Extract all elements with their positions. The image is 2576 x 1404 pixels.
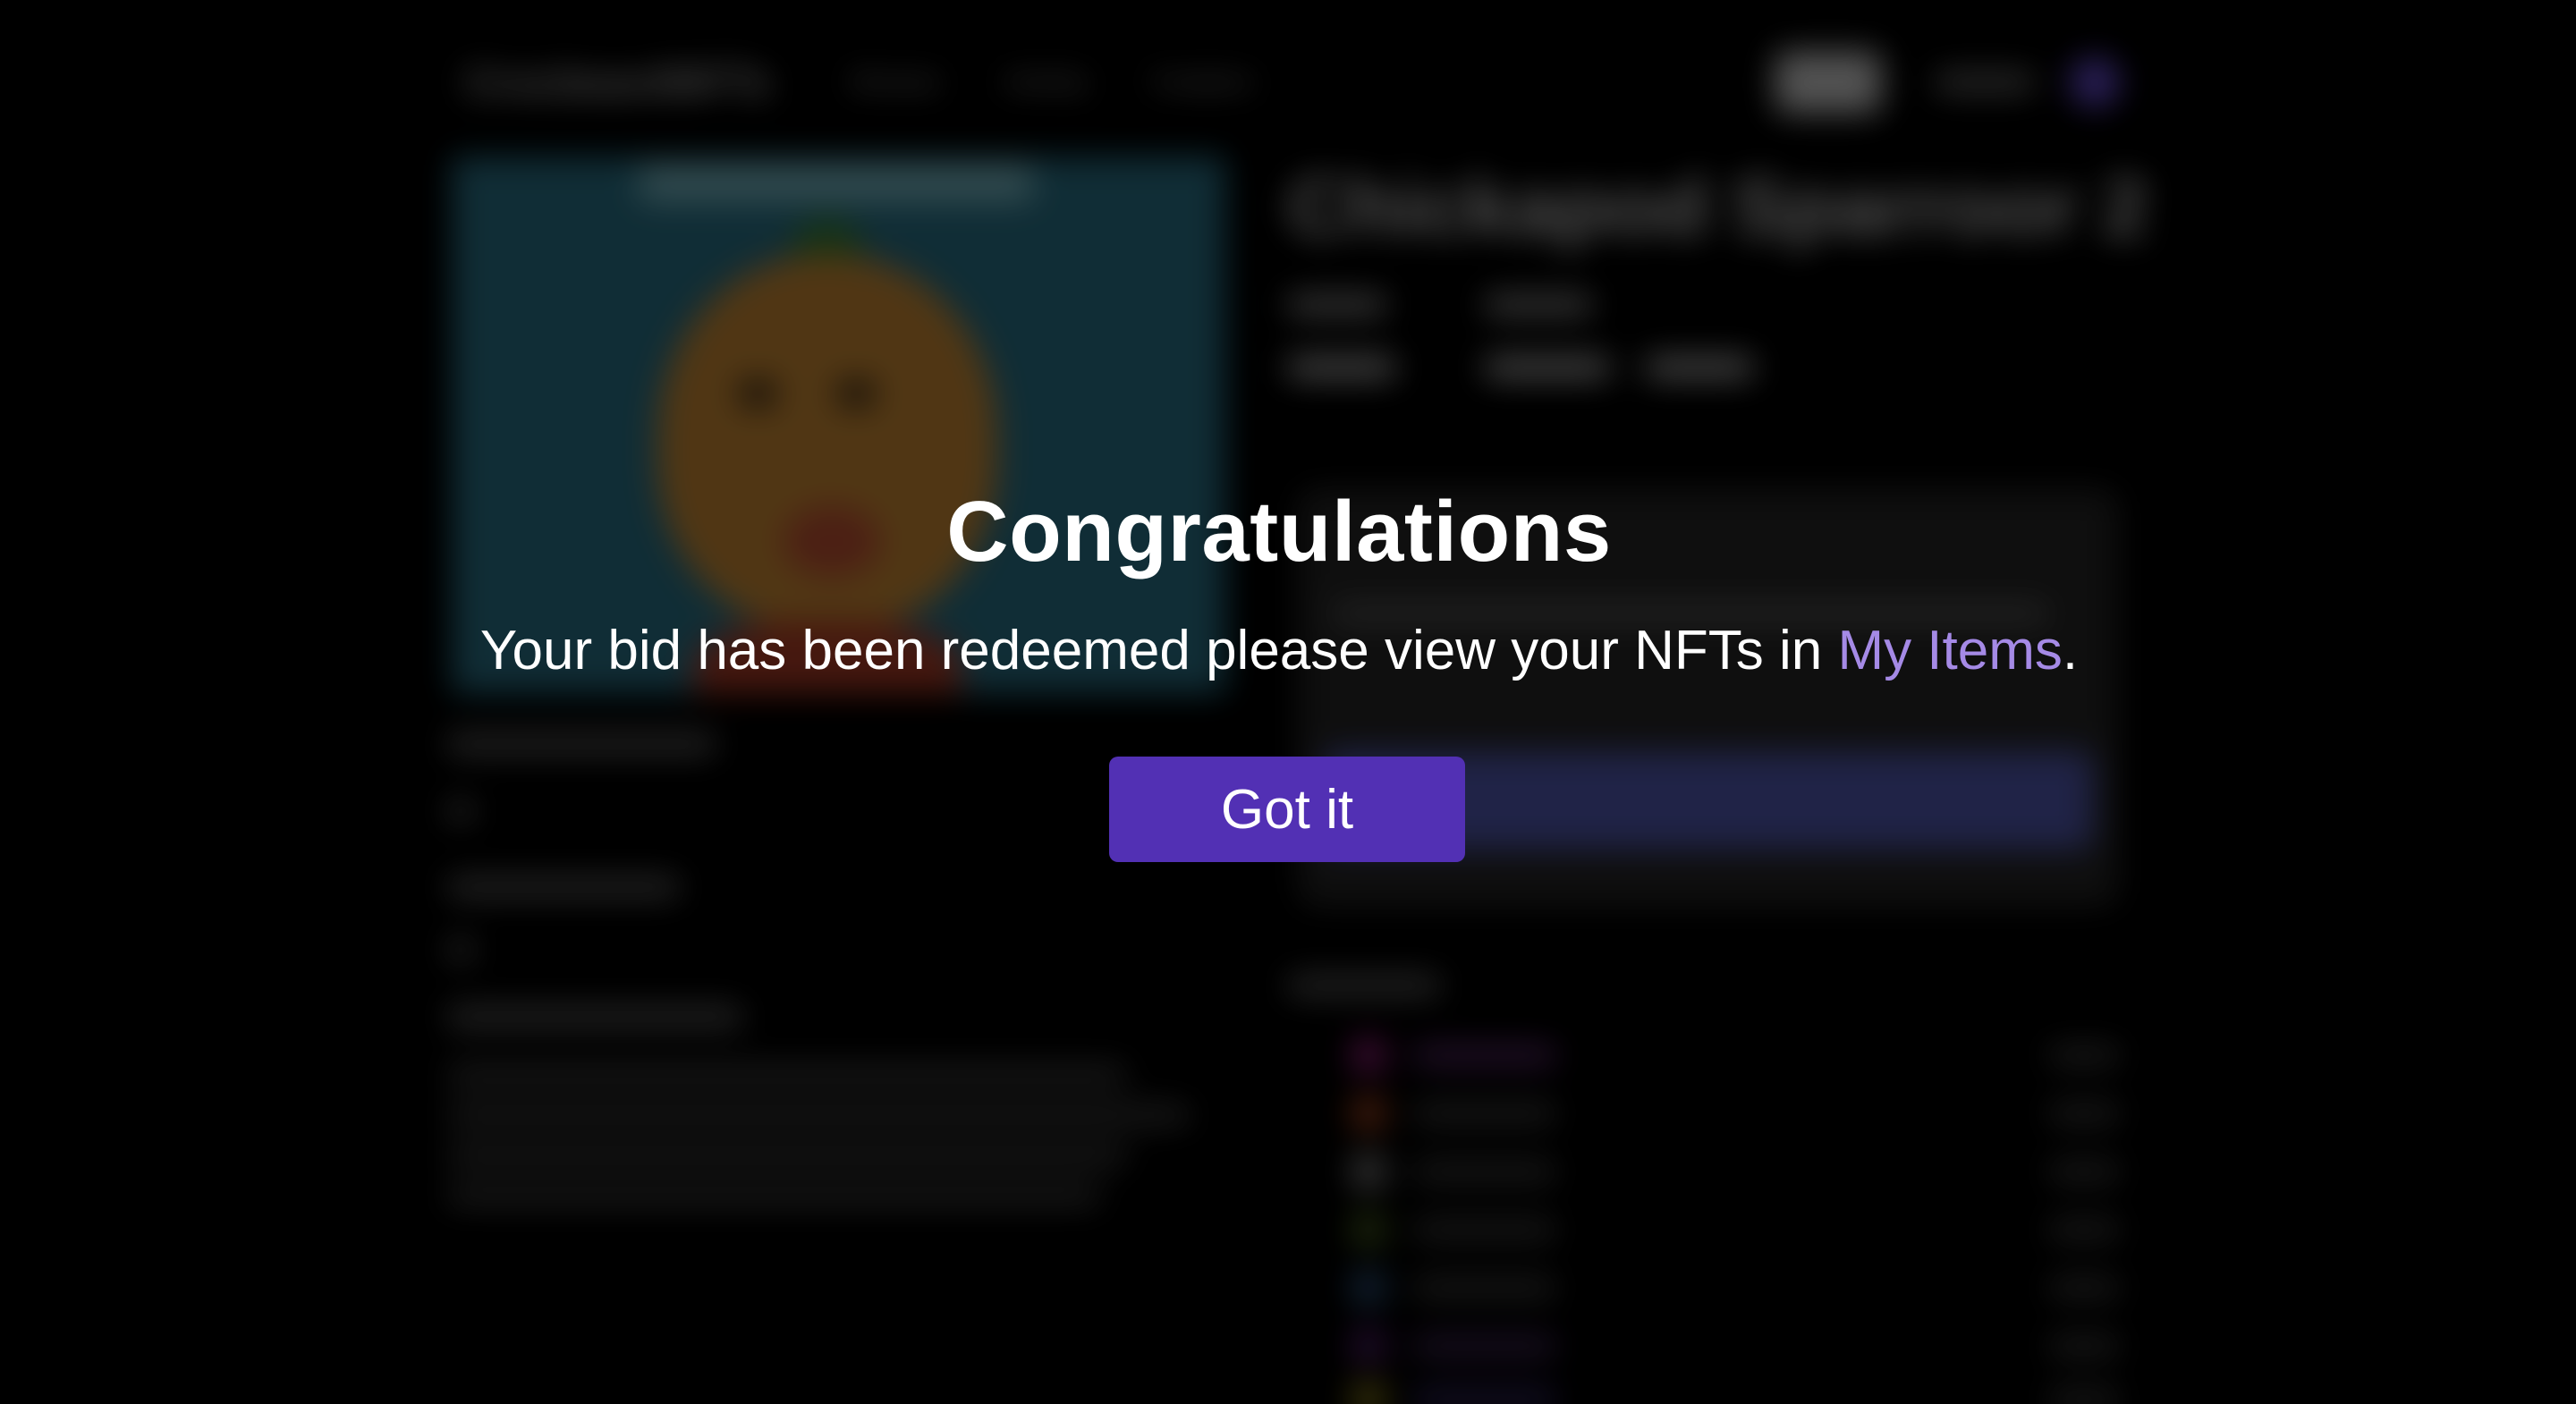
got-it-button[interactable]: Got it bbox=[1109, 757, 1465, 862]
app-window: CrocbeardNFTs Browse Activity Creators C… bbox=[0, 0, 2576, 1404]
modal-message-prefix: Your bid has been redeemed please view y… bbox=[479, 620, 1838, 681]
my-items-link[interactable]: My Items bbox=[1837, 620, 2062, 681]
congratulations-modal: Congratulations Your bid has been redeem… bbox=[0, 0, 2576, 1404]
modal-message: Your bid has been redeemed please view y… bbox=[0, 619, 2558, 682]
modal-message-suffix: . bbox=[2062, 620, 2079, 681]
modal-title: Congratulations bbox=[946, 484, 1612, 579]
